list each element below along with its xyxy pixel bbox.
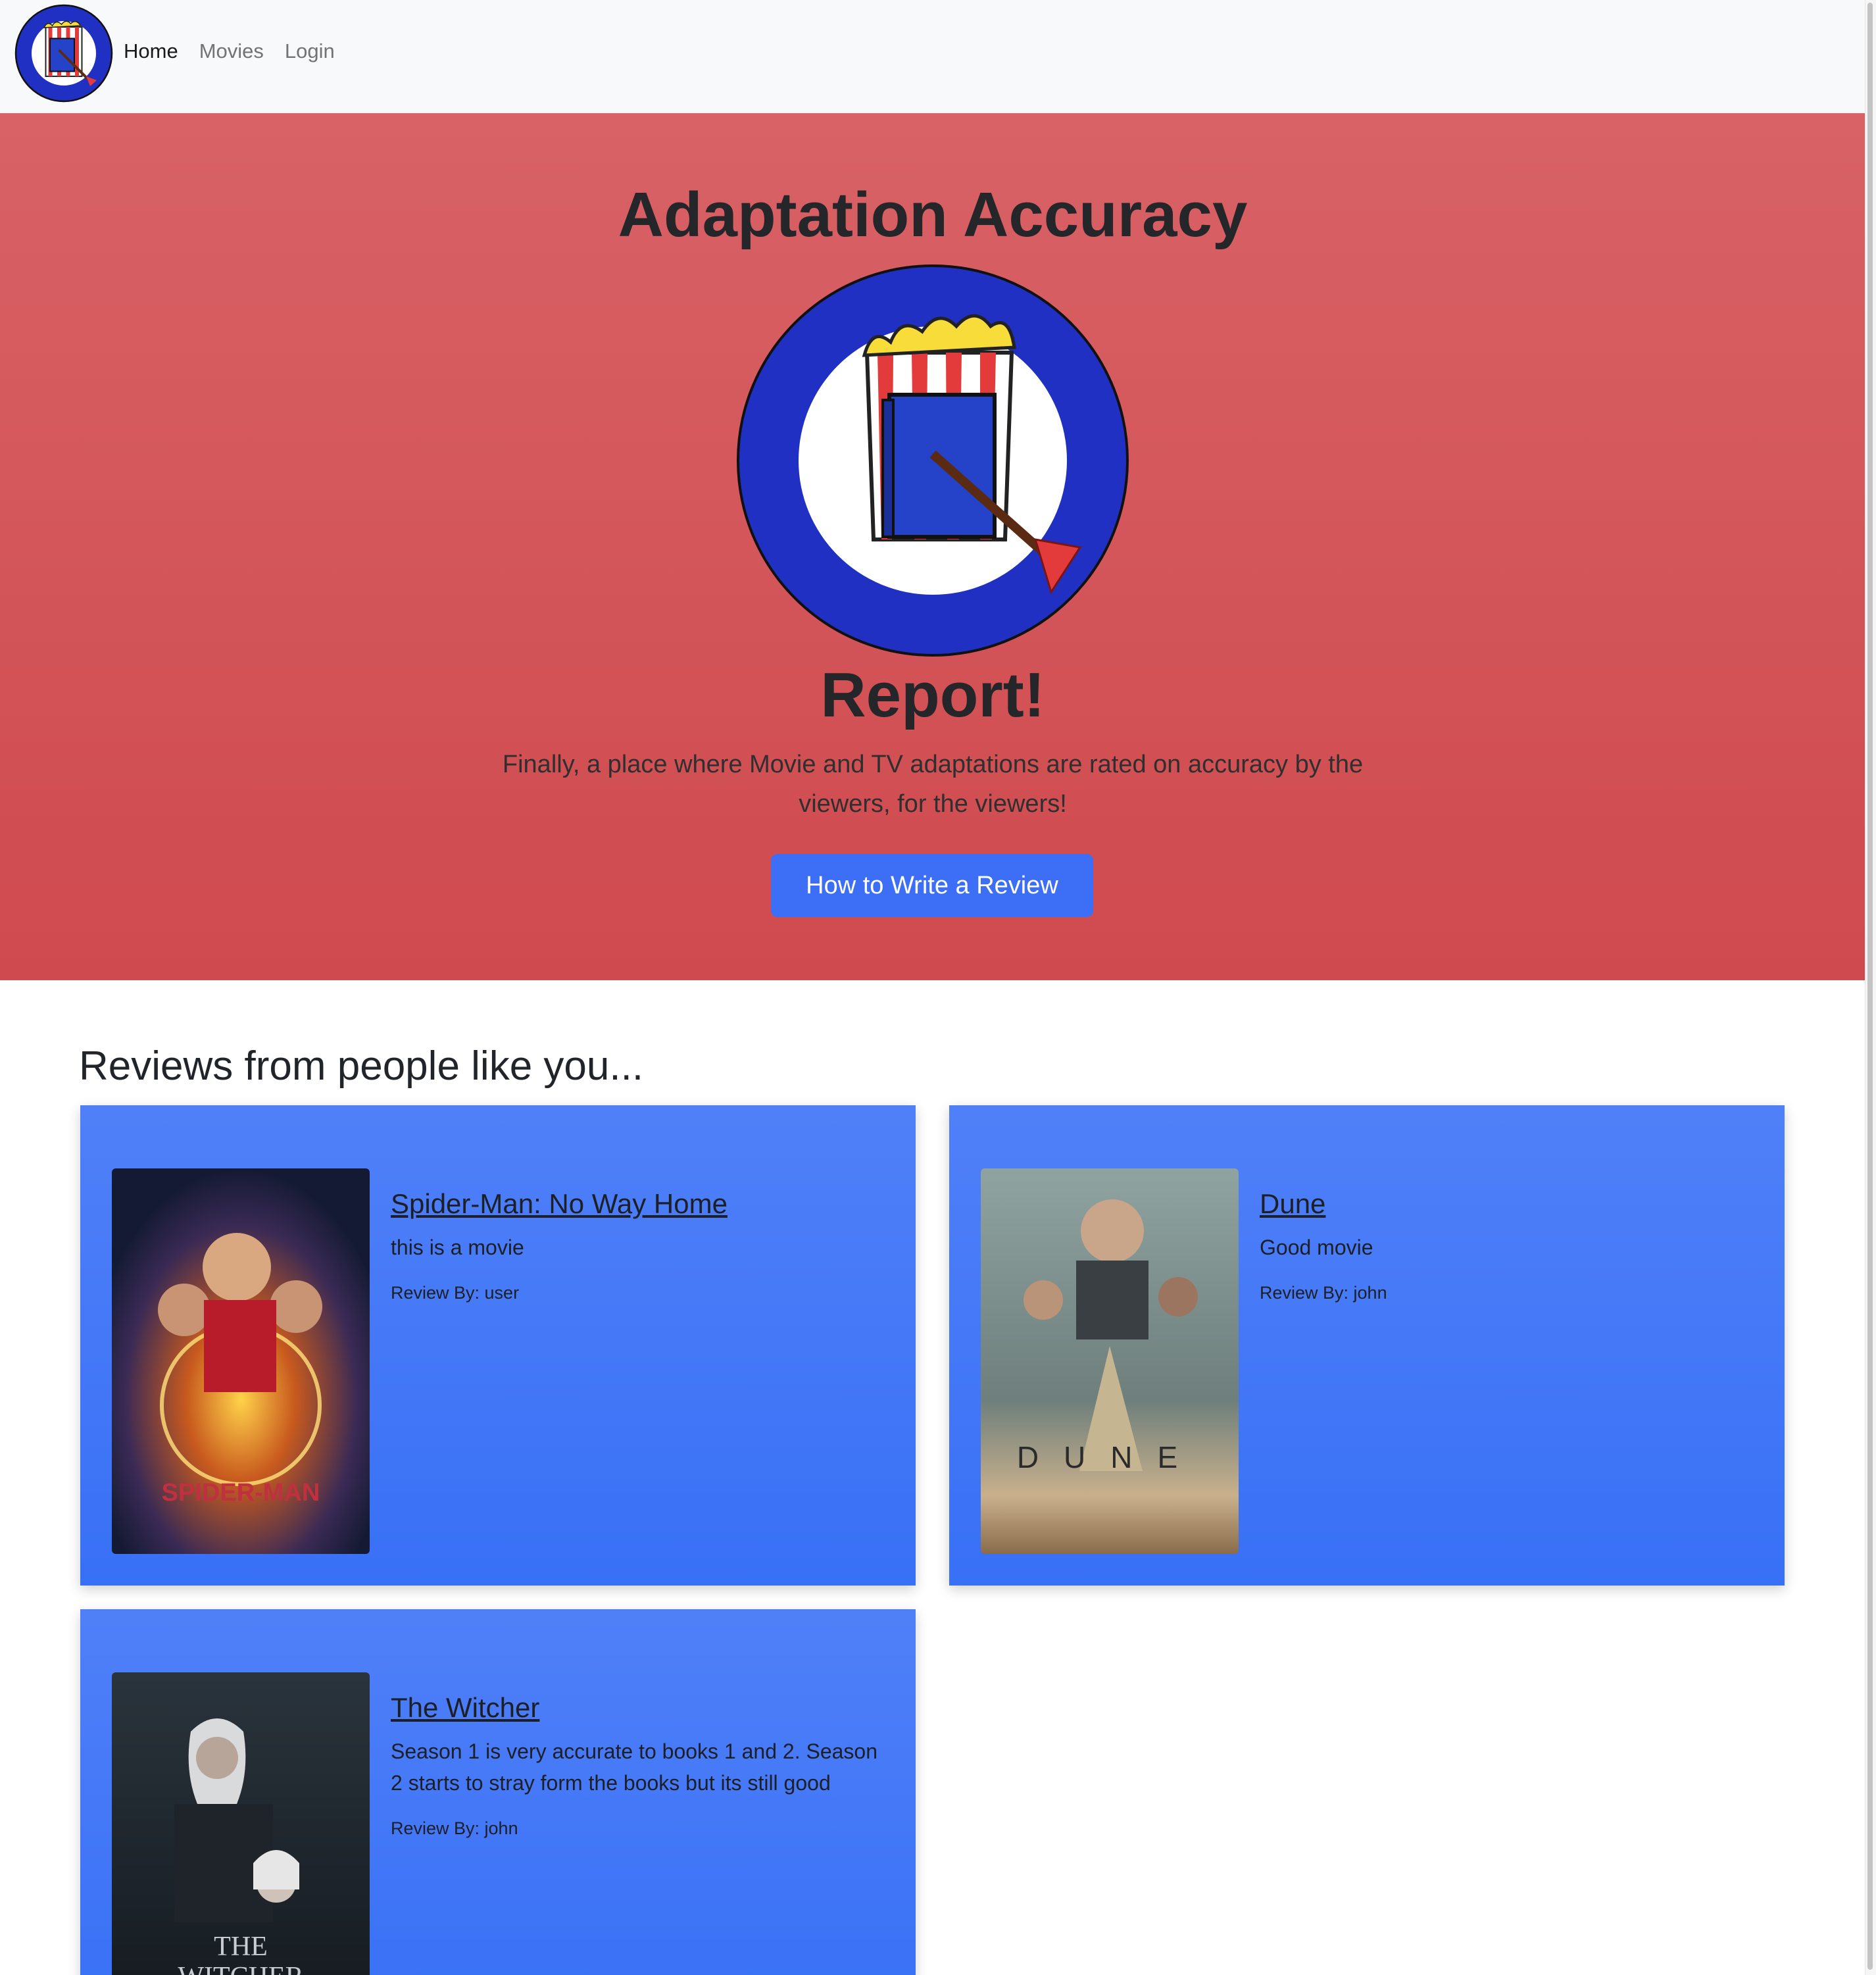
nav-link-login[interactable]: Login [285,39,335,63]
svg-text:SPIDER-MAN: SPIDER-MAN [162,1479,320,1507]
nav-link-home[interactable]: Home [124,39,178,63]
scrollbar-thumb[interactable] [1867,3,1873,1970]
review-text: Season 1 is very accurate to books 1 and… [391,1739,878,1795]
review-card: THE WITCHER The Witcher Season 1 is very… [80,1609,916,1975]
brand-logo[interactable] [14,4,113,103]
card-body: Dune Good movie Review By: john [1260,1188,1746,1303]
review-author: Review By: john [391,1818,518,1838]
movie-poster: DUNE [981,1168,1239,1554]
hero-report-text: Report! [820,660,1045,730]
page: Home Movies Login Adaptation Accuracy Re… [0,0,1865,1975]
review-card: DUNE Dune Good movie Review By: john [949,1105,1785,1586]
review-text: this is a movie [391,1236,524,1259]
card-body: Spider-Man: No Way Home this is a movie … [391,1188,877,1303]
svg-text:DUNE: DUNE [1017,1440,1202,1474]
hero-title: Adaptation Accuracy [618,180,1248,250]
navbar: Home Movies Login [0,0,1865,113]
nav-links: Home Movies Login [124,39,335,63]
card-body: The Witcher Season 1 is very accurate to… [391,1692,877,1839]
svg-text:WITCHER: WITCHER [178,1962,303,1975]
review-text: Good movie [1260,1236,1373,1259]
svg-text:THE: THE [214,1932,268,1962]
reviews-heading: Reviews from people like you... [79,1043,644,1089]
review-author: Review By: user [391,1283,520,1303]
vertical-scrollbar[interactable] [1865,0,1876,1975]
movie-poster: THE WITCHER [112,1672,370,1975]
movie-poster: SPIDER-MAN [112,1168,370,1554]
movie-title-link[interactable]: The Witcher [391,1692,877,1724]
how-to-write-review-button[interactable]: How to Write a Review [771,854,1093,917]
movie-title-link[interactable]: Dune [1260,1188,1746,1220]
hero-section: Adaptation Accuracy Report! Finally, a p… [0,113,1865,980]
review-author: Review By: john [1260,1283,1387,1303]
movie-title-link[interactable]: Spider-Man: No Way Home [391,1188,877,1220]
hero-lead: Finally, a place where Movie and TV adap… [502,751,1364,818]
hero-logo [737,264,1129,657]
review-card: SPIDER-MAN Spider-Man: No Way Home this … [80,1105,916,1586]
nav-link-movies[interactable]: Movies [199,39,264,63]
